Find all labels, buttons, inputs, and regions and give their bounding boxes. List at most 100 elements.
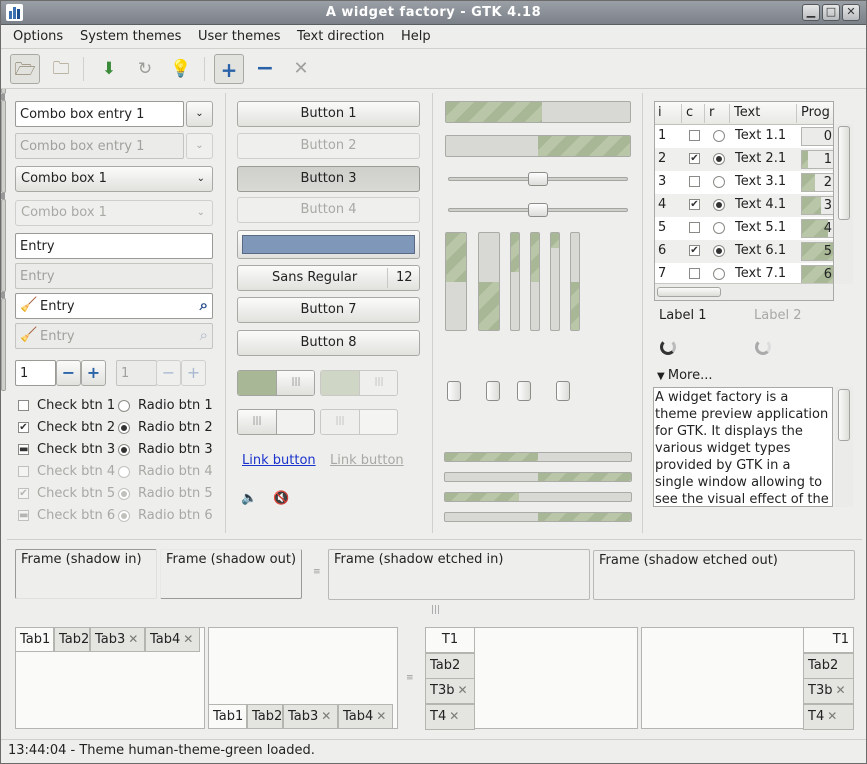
volume-icon[interactable]: 🔈 [241,491,257,506]
close-icon[interactable]: ✕ [128,632,138,646]
table-row[interactable]: 6 ✔ Text 6.1 5 [655,240,833,263]
row-checkbox[interactable]: ✔ [689,153,700,164]
tree-column-header[interactable]: r [709,105,714,120]
close-button[interactable]: ✕ [842,4,860,21]
row-radio[interactable] [713,176,725,188]
checkbox-3[interactable]: ▬ [18,444,29,455]
combo-box[interactable]: Combo box 1 ⌄ [15,166,213,192]
tab-left-2[interactable]: Tab2 [425,652,475,679]
close-icon[interactable]: ✕ [827,709,837,723]
radio-2[interactable] [118,422,130,434]
search-entry[interactable]: 🧹 Entry ⌕ [15,293,213,319]
hscale-1-knob[interactable] [528,172,548,186]
combo-entry-dropdown-button[interactable]: ⌄ [186,101,213,127]
font-button[interactable]: Sans Regular 12 [237,265,420,291]
tab-top-1[interactable]: Tab1 [15,627,54,652]
close-icon[interactable]: ✕ [835,683,845,697]
tab-bottom-3[interactable]: Tab3 ✕ [283,704,338,729]
tree-column-header[interactable]: c [686,105,693,120]
button-3[interactable]: Button 3 [237,166,420,192]
text-entry[interactable]: Entry [15,233,213,259]
radio-3[interactable] [118,444,130,456]
download-icon[interactable]: ⬇ [94,54,124,84]
spin-entry[interactable]: 1 [15,360,56,386]
lightbulb-icon[interactable]: 💡 [166,54,196,84]
switch-off[interactable]: ||| [237,409,315,435]
row-radio[interactable] [713,199,725,211]
tab-bottom-2[interactable]: Tab2 [247,704,283,729]
link-button[interactable]: Link button [242,453,316,468]
text-view-vscrollbar[interactable] [835,387,853,507]
button-1[interactable]: Button 1 [237,101,420,127]
row-radio[interactable] [713,130,725,142]
spin-increment-button[interactable]: + [81,360,106,386]
row-checkbox[interactable] [689,268,700,279]
row-checkbox[interactable] [689,176,700,187]
vscale-knob[interactable] [517,381,531,401]
refresh-icon[interactable]: ↻ [130,54,160,84]
row-checkbox[interactable]: ✔ [689,245,700,256]
text-view[interactable]: A widget factory is a theme preview appl… [653,387,833,507]
close-icon[interactable]: ✕ [183,632,193,646]
pane-handle-icon[interactable]: ≡ [313,567,321,577]
tree-vscrollbar[interactable] [835,124,853,284]
table-row[interactable]: 2 ✔ Text 2.1 1 [655,148,833,171]
tab-bottom-1[interactable]: Tab1 [208,704,247,729]
tab-top-3[interactable]: Tab3 ✕ [90,627,145,652]
tab-right-2[interactable]: Tab2 [803,652,854,679]
minimize-button[interactable]: ▁ [802,4,820,21]
checkbox-2[interactable]: ✔ [18,422,29,433]
tab-bottom-4[interactable]: Tab4 ✕ [338,704,393,729]
close-icon[interactable]: ✕ [376,709,386,723]
spin-decrement-button[interactable]: − [56,360,81,386]
menu-user-themes[interactable]: User themes [198,29,281,44]
tab-top-4[interactable]: Tab4 ✕ [145,627,200,652]
table-row[interactable]: 4 ✔ Text 4.1 3 [655,194,833,217]
vscale-knob[interactable] [486,381,500,401]
search-icon[interactable]: ⌕ [200,296,208,314]
folder-open-icon[interactable]: 🗁 [10,54,40,84]
table-row[interactable]: 5 Text 5.1 4 [655,217,833,240]
button-8[interactable]: Button 8 [237,330,420,356]
row-radio[interactable] [713,153,725,165]
row-checkbox[interactable]: ✔ [689,199,700,210]
row-checkbox[interactable] [689,222,700,233]
button-7[interactable]: Button 7 [237,297,420,323]
row-checkbox[interactable] [689,130,700,141]
expander[interactable]: ▼ More... [657,368,713,383]
delete-icon[interactable]: ✕ [286,54,316,84]
row-radio[interactable] [713,245,725,257]
tab-left-4[interactable]: T4 ✕ [425,703,475,730]
close-icon[interactable]: ✕ [449,709,459,723]
tree-view[interactable]: i c r Text Prog 1 Text 1.1 0 2 ✔ Text 2.1 1 3 Text 3… [654,101,834,301]
pane-handle-icon[interactable]: ≡ [406,673,414,683]
vscale-knob[interactable] [556,381,570,401]
combo-box-entry[interactable]: Combo box entry 1 [15,101,184,127]
row-radio[interactable] [713,222,725,234]
hscale-2-knob[interactable] [528,203,548,217]
row-radio[interactable] [713,268,725,280]
menu-system-themes[interactable]: System themes [80,29,181,44]
tab-top-2[interactable]: Tab2 [54,627,90,652]
tree-column-header[interactable]: Prog [801,105,830,120]
tab-left-3[interactable]: T3b ✕ [425,678,475,704]
tree-column-header[interactable]: i [658,105,662,120]
pane-handle-h-icon[interactable]: ||| [431,605,440,615]
menu-text-direction[interactable]: Text direction [297,29,384,44]
color-button[interactable] [237,230,420,259]
table-row[interactable]: 3 Text 3.1 2 [655,171,833,194]
close-icon[interactable]: ✕ [321,709,331,723]
radio-1[interactable] [118,400,130,412]
switch-on[interactable]: ||| [237,370,315,396]
add-icon[interactable]: + [214,54,244,84]
table-row[interactable]: 1 Text 1.1 0 [655,125,833,148]
tab-right-1[interactable]: T1 [803,627,854,653]
tab-right-4[interactable]: T4 ✕ [803,703,854,730]
tab-right-3[interactable]: T3b ✕ [803,678,854,704]
folder-icon[interactable]: 🗀 [46,54,76,84]
vscale-knob[interactable] [447,381,461,401]
tree-hscrollbar[interactable] [655,283,833,300]
remove-icon[interactable]: − [250,54,280,84]
maximize-button[interactable]: □ [822,4,840,21]
close-icon[interactable]: ✕ [457,683,467,697]
